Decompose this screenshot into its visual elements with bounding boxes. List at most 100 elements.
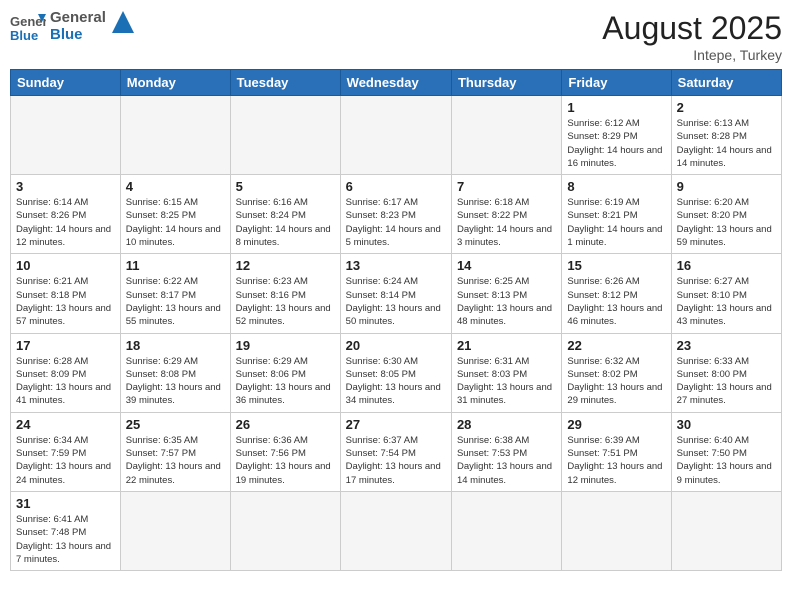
- logo: General Blue General Blue: [10, 10, 134, 43]
- calendar-cell: 16 Sunrise: 6:27 AM Sunset: 8:10 PM Dayli…: [671, 254, 781, 333]
- day-info: Sunrise: 6:27 AM Sunset: 8:10 PM Dayligh…: [677, 275, 776, 328]
- header-sunday: Sunday: [11, 70, 121, 96]
- calendar-table: SundayMondayTuesdayWednesdayThursdayFrid…: [10, 69, 782, 571]
- day-info: Sunrise: 6:39 AM Sunset: 7:51 PM Dayligh…: [567, 434, 665, 487]
- day-number: 5: [236, 179, 335, 194]
- day-info: Sunrise: 6:19 AM Sunset: 8:21 PM Dayligh…: [567, 196, 665, 249]
- calendar-cell: [451, 96, 561, 175]
- header-tuesday: Tuesday: [230, 70, 340, 96]
- day-info: Sunrise: 6:14 AM Sunset: 8:26 PM Dayligh…: [16, 196, 115, 249]
- calendar-cell: [230, 96, 340, 175]
- calendar-cell: 5 Sunrise: 6:16 AM Sunset: 8:24 PM Daylig…: [230, 175, 340, 254]
- calendar-cell: 10 Sunrise: 6:21 AM Sunset: 8:18 PM Dayli…: [11, 254, 121, 333]
- calendar-cell: 23 Sunrise: 6:33 AM Sunset: 8:00 PM Dayli…: [671, 333, 781, 412]
- calendar-cell: 31 Sunrise: 6:41 AM Sunset: 7:48 PM Dayli…: [11, 491, 121, 570]
- day-number: 16: [677, 258, 776, 273]
- calendar-cell: [671, 491, 781, 570]
- calendar-cell: [340, 491, 451, 570]
- day-info: Sunrise: 6:29 AM Sunset: 8:06 PM Dayligh…: [236, 355, 335, 408]
- week-row-6: 31 Sunrise: 6:41 AM Sunset: 7:48 PM Dayli…: [11, 491, 782, 570]
- calendar-cell: [11, 96, 121, 175]
- day-number: 25: [126, 417, 225, 432]
- day-number: 21: [457, 338, 556, 353]
- day-number: 13: [346, 258, 446, 273]
- logo-general-text: General: [50, 10, 106, 27]
- calendar-cell: 15Sunrise: 6:26 AM Sunset: 8:12 PM Dayli…: [562, 254, 671, 333]
- day-number: 23: [677, 338, 776, 353]
- day-info: Sunrise: 6:22 AM Sunset: 8:17 PM Dayligh…: [126, 275, 225, 328]
- day-number: 6: [346, 179, 446, 194]
- logo-blue-text: Blue: [50, 27, 106, 44]
- calendar-cell: 7Sunrise: 6:18 AM Sunset: 8:22 PM Daylig…: [451, 175, 561, 254]
- day-info: Sunrise: 6:34 AM Sunset: 7:59 PM Dayligh…: [16, 434, 115, 487]
- calendar-cell: 17 Sunrise: 6:28 AM Sunset: 8:09 PM Dayli…: [11, 333, 121, 412]
- day-info: Sunrise: 6:29 AM Sunset: 8:08 PM Dayligh…: [126, 355, 225, 408]
- calendar-cell: 27Sunrise: 6:37 AM Sunset: 7:54 PM Dayli…: [340, 412, 451, 491]
- page-header: General Blue General Blue August 2025 In…: [10, 10, 782, 63]
- calendar-cell: 3 Sunrise: 6:14 AM Sunset: 8:26 PM Daylig…: [11, 175, 121, 254]
- day-info: Sunrise: 6:41 AM Sunset: 7:48 PM Dayligh…: [16, 513, 115, 566]
- week-row-2: 3 Sunrise: 6:14 AM Sunset: 8:26 PM Daylig…: [11, 175, 782, 254]
- header-thursday: Thursday: [451, 70, 561, 96]
- day-info: Sunrise: 6:23 AM Sunset: 8:16 PM Dayligh…: [236, 275, 335, 328]
- header-wednesday: Wednesday: [340, 70, 451, 96]
- calendar-cell: 18Sunrise: 6:29 AM Sunset: 8:08 PM Dayli…: [120, 333, 230, 412]
- day-info: Sunrise: 6:26 AM Sunset: 8:12 PM Dayligh…: [567, 275, 665, 328]
- day-number: 3: [16, 179, 115, 194]
- calendar-cell: [230, 491, 340, 570]
- week-row-4: 17 Sunrise: 6:28 AM Sunset: 8:09 PM Dayli…: [11, 333, 782, 412]
- day-info: Sunrise: 6:28 AM Sunset: 8:09 PM Dayligh…: [16, 355, 115, 408]
- calendar-cell: 9Sunrise: 6:20 AM Sunset: 8:20 PM Daylig…: [671, 175, 781, 254]
- calendar-cell: 25Sunrise: 6:35 AM Sunset: 7:57 PM Dayli…: [120, 412, 230, 491]
- calendar-cell: 6Sunrise: 6:17 AM Sunset: 8:23 PM Daylig…: [340, 175, 451, 254]
- day-number: 29: [567, 417, 665, 432]
- calendar-cell: 30Sunrise: 6:40 AM Sunset: 7:50 PM Dayli…: [671, 412, 781, 491]
- day-number: 26: [236, 417, 335, 432]
- calendar-cell: 14 Sunrise: 6:25 AM Sunset: 8:13 PM Dayli…: [451, 254, 561, 333]
- calendar-cell: 4Sunrise: 6:15 AM Sunset: 8:25 PM Daylig…: [120, 175, 230, 254]
- calendar-cell: 1 Sunrise: 6:12 AM Sunset: 8:29 PM Daylig…: [562, 96, 671, 175]
- day-info: Sunrise: 6:31 AM Sunset: 8:03 PM Dayligh…: [457, 355, 556, 408]
- day-info: Sunrise: 6:16 AM Sunset: 8:24 PM Dayligh…: [236, 196, 335, 249]
- week-row-1: 1 Sunrise: 6:12 AM Sunset: 8:29 PM Daylig…: [11, 96, 782, 175]
- calendar-cell: 12Sunrise: 6:23 AM Sunset: 8:16 PM Dayli…: [230, 254, 340, 333]
- day-info: Sunrise: 6:21 AM Sunset: 8:18 PM Dayligh…: [16, 275, 115, 328]
- calendar-cell: 29 Sunrise: 6:39 AM Sunset: 7:51 PM Dayli…: [562, 412, 671, 491]
- day-number: 19: [236, 338, 335, 353]
- day-number: 20: [346, 338, 446, 353]
- day-number: 11: [126, 258, 225, 273]
- day-number: 2: [677, 100, 776, 115]
- calendar-header-row: SundayMondayTuesdayWednesdayThursdayFrid…: [11, 70, 782, 96]
- day-number: 17: [16, 338, 115, 353]
- day-info: Sunrise: 6:25 AM Sunset: 8:13 PM Dayligh…: [457, 275, 556, 328]
- day-number: 22: [567, 338, 665, 353]
- calendar-cell: 11 Sunrise: 6:22 AM Sunset: 8:17 PM Dayli…: [120, 254, 230, 333]
- day-number: 4: [126, 179, 225, 194]
- day-number: 9: [677, 179, 776, 194]
- day-number: 14: [457, 258, 556, 273]
- day-number: 31: [16, 496, 115, 511]
- day-info: Sunrise: 6:24 AM Sunset: 8:14 PM Dayligh…: [346, 275, 446, 328]
- day-number: 24: [16, 417, 115, 432]
- day-number: 8: [567, 179, 665, 194]
- calendar-cell: 2Sunrise: 6:13 AM Sunset: 8:28 PM Daylig…: [671, 96, 781, 175]
- calendar-cell: 8 Sunrise: 6:19 AM Sunset: 8:21 PM Daylig…: [562, 175, 671, 254]
- header-monday: Monday: [120, 70, 230, 96]
- day-info: Sunrise: 6:38 AM Sunset: 7:53 PM Dayligh…: [457, 434, 556, 487]
- day-info: Sunrise: 6:40 AM Sunset: 7:50 PM Dayligh…: [677, 434, 776, 487]
- day-number: 1: [567, 100, 665, 115]
- calendar-cell: [451, 491, 561, 570]
- calendar-cell: [562, 491, 671, 570]
- calendar-cell: 24 Sunrise: 6:34 AM Sunset: 7:59 PM Dayli…: [11, 412, 121, 491]
- calendar-cell: 26Sunrise: 6:36 AM Sunset: 7:56 PM Dayli…: [230, 412, 340, 491]
- calendar-cell: [120, 96, 230, 175]
- day-number: 7: [457, 179, 556, 194]
- day-info: Sunrise: 6:12 AM Sunset: 8:29 PM Dayligh…: [567, 117, 665, 170]
- day-number: 10: [16, 258, 115, 273]
- calendar-cell: 19 Sunrise: 6:29 AM Sunset: 8:06 PM Dayli…: [230, 333, 340, 412]
- day-info: Sunrise: 6:33 AM Sunset: 8:00 PM Dayligh…: [677, 355, 776, 408]
- header-friday: Friday: [562, 70, 671, 96]
- logo-triangle-icon: [112, 11, 134, 33]
- day-info: Sunrise: 6:37 AM Sunset: 7:54 PM Dayligh…: [346, 434, 446, 487]
- calendar-cell: 21 Sunrise: 6:31 AM Sunset: 8:03 PM Dayli…: [451, 333, 561, 412]
